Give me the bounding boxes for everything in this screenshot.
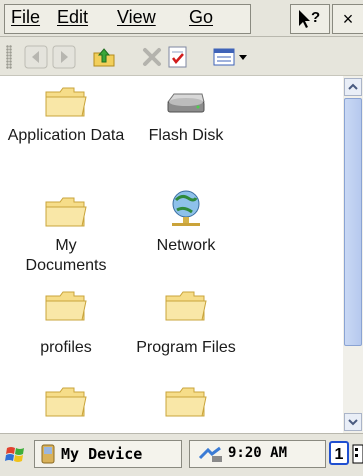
folder-unnamed-2[interactable]	[126, 384, 246, 420]
folder-application-data[interactable]: Application Data	[6, 84, 126, 146]
item-label: My Documents	[25, 237, 107, 274]
scroll-thumb[interactable]	[344, 98, 362, 346]
toolbar-grip[interactable]	[6, 45, 12, 69]
delete-icon[interactable]	[140, 45, 164, 69]
scroll-up-button[interactable]	[344, 78, 362, 96]
help-question: ?	[311, 9, 320, 26]
task-label: My Device	[61, 445, 143, 463]
chevron-up-icon	[348, 83, 358, 90]
item-label: Network	[156, 237, 216, 254]
task-my-device[interactable]: My Device	[34, 440, 182, 468]
folder-icon	[165, 291, 207, 321]
help-pointer-icon: ?	[299, 9, 320, 28]
menu-go[interactable]: Go	[189, 7, 213, 28]
scroll-down-button[interactable]	[344, 413, 362, 431]
folder-unnamed-1[interactable]	[6, 384, 126, 420]
item-label: Application Data	[7, 127, 125, 144]
view-mode-icon[interactable]	[212, 45, 252, 69]
network-icon	[172, 190, 200, 226]
folder-icon	[45, 197, 87, 227]
help-button[interactable]: ?	[290, 4, 330, 34]
network-item[interactable]: Network	[126, 188, 246, 256]
back-icon[interactable]	[24, 45, 48, 69]
drive-icon	[167, 93, 205, 113]
device-icon	[41, 444, 55, 464]
forward-icon[interactable]	[52, 45, 76, 69]
folder-icon	[165, 387, 207, 417]
drive-flash-disk[interactable]: Flash Disk	[126, 84, 246, 146]
up-folder-icon[interactable]	[92, 45, 116, 69]
folder-program-files[interactable]: Program Files	[126, 288, 246, 358]
taskbar: My Device 9:20 AM 1	[0, 433, 363, 476]
menu-file[interactable]: File	[11, 7, 40, 28]
folder-my-documents[interactable]: My Documents	[6, 194, 126, 276]
folder-icon	[45, 291, 87, 321]
menu-view[interactable]: View	[117, 7, 156, 28]
chevron-down-icon	[348, 419, 358, 426]
item-label: Flash Disk	[148, 127, 224, 144]
network-connection-icon[interactable]	[198, 444, 224, 464]
folder-icon	[45, 87, 87, 117]
input-panel-button[interactable]: 1	[329, 441, 349, 465]
item-label: profiles	[40, 339, 92, 356]
folder-icon	[45, 387, 87, 417]
keyboard-icon[interactable]	[352, 443, 363, 465]
vertical-scrollbar[interactable]	[343, 76, 363, 433]
menu-group: File Edit View Go	[4, 4, 251, 34]
system-tray: 9:20 AM	[189, 440, 326, 468]
menu-bar: File Edit View Go ? ×	[0, 0, 363, 37]
folder-profiles[interactable]: profiles	[6, 288, 126, 358]
file-list: Application Data Flash Disk My Documents…	[0, 76, 343, 433]
item-label: Program Files	[136, 339, 236, 356]
toolbar	[0, 37, 363, 76]
properties-icon[interactable]	[166, 45, 190, 69]
close-button[interactable]: ×	[332, 4, 363, 34]
menu-edit[interactable]: Edit	[57, 7, 88, 28]
start-windows-icon[interactable]	[4, 443, 28, 467]
clock[interactable]: 9:20 AM	[228, 445, 287, 461]
